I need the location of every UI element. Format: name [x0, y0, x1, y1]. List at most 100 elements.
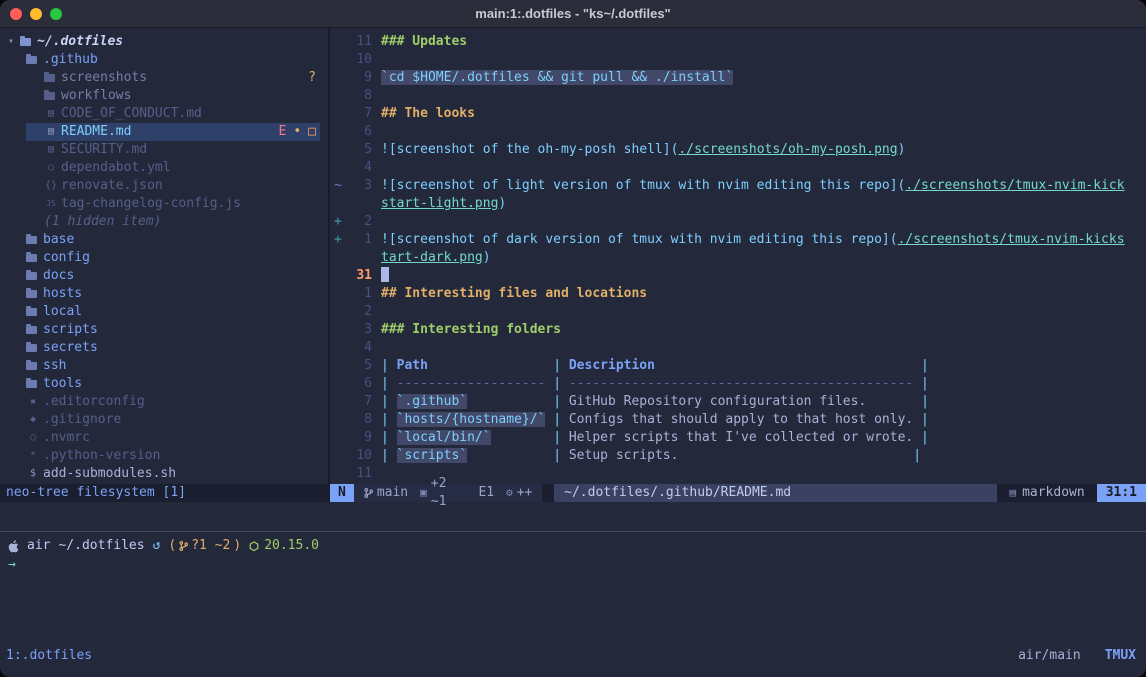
tree-item-security.md[interactable]: ▤SECURITY.md — [0, 141, 328, 159]
tmux-client: ▾~/.dotfiles.githubscreenshots?workflows… — [0, 28, 1146, 677]
git-branch-name: main — [377, 484, 408, 502]
git-open-paren: ( — [168, 537, 176, 555]
tmux-window-tab[interactable]: 1:.dotfiles — [6, 647, 92, 665]
editor-line[interactable]: 7 ## The looks — [330, 105, 1146, 123]
editor-line[interactable]: 31 — [330, 267, 1146, 285]
editor-line[interactable]: +1![screenshot of dark version of tmux w… — [330, 231, 1146, 249]
editor-line[interactable]: 3### Interesting folders — [330, 321, 1146, 339]
tree-item-label: config — [43, 249, 90, 267]
tree-item-code-of-conduct.md[interactable]: ▤CODE_OF_CONDUCT.md — [0, 105, 328, 123]
prompt-git-status: ( ?1 ~2 ) — [168, 537, 241, 555]
line-number: 2 — [346, 213, 372, 231]
editor-line[interactable]: 6 — [330, 123, 1146, 141]
editor-line[interactable]: 8 — [330, 87, 1146, 105]
tree-item-add-submodules.sh[interactable]: $add-submodules.sh — [0, 465, 328, 483]
git-untracked-icon: ? — [308, 69, 316, 87]
editor-line[interactable]: start-light.png) — [330, 195, 1146, 213]
close-button[interactable] — [10, 8, 22, 20]
editor-line[interactable]: 9`cd $HOME/.dotfiles && git pull && ./in… — [330, 69, 1146, 87]
shell-prompt: air ~/.dotfiles ↺ ( ?1 ~2 ) 20.15.0 — [8, 537, 1138, 555]
editor-line[interactable]: 10 — [330, 51, 1146, 69]
editor-line[interactable]: +2 — [330, 213, 1146, 231]
neo-tree-sidebar[interactable]: ▾~/.dotfiles.githubscreenshots?workflows… — [0, 28, 330, 484]
tree-item-dependabot.yml[interactable]: ○dependabot.yml — [0, 159, 328, 177]
gitsign-column — [330, 411, 346, 429]
editor-line[interactable]: 7 | `.github` | GitHub Repository configu… — [330, 393, 1146, 411]
editor-line[interactable]: 5| Path | Description | — [330, 357, 1146, 375]
gitsign-column — [330, 105, 346, 123]
tmux-label: TMUX — [1105, 647, 1136, 665]
tree-item-label: .nvmrc — [43, 429, 90, 447]
doc-file-icon: ▤ — [44, 123, 58, 141]
tree-item-local[interactable]: local — [0, 303, 328, 321]
tree-item-secrets[interactable]: secrets — [0, 339, 328, 357]
cmdline-area — [0, 502, 1146, 531]
editor-line[interactable]: 8| `hosts/{hostname}/` | Configs that sh… — [330, 411, 1146, 429]
tree-item--.dotfiles[interactable]: ▾~/.dotfiles — [0, 33, 328, 51]
tree-item-.python-version[interactable]: *.python-version — [0, 447, 328, 465]
tree-item-label: add-submodules.sh — [43, 465, 176, 483]
js-file-icon: JS — [44, 195, 58, 213]
tree-item-.nvmrc[interactable]: ○.nvmrc — [0, 429, 328, 447]
editor-line-text: ![screenshot of the oh-my-posh shell](./… — [381, 141, 1146, 159]
tree-item-scripts[interactable]: scripts — [0, 321, 328, 339]
tree-item-ssh[interactable]: ssh — [0, 357, 328, 375]
line-number: 7 — [346, 105, 372, 123]
titlebar[interactable]: main:1:.dotfiles - "ks~/.dotfiles" — [0, 0, 1146, 28]
tree-item-base[interactable]: base — [0, 231, 328, 249]
editor-line[interactable]: 2 — [330, 303, 1146, 321]
editor-buffer[interactable]: 11### Updates 10 9`cd $HOME/.dotfiles &&… — [330, 28, 1146, 484]
zoom-button[interactable] — [50, 8, 62, 20]
tree-item-label: SECURITY.md — [61, 141, 147, 159]
editor-line[interactable]: 4 — [330, 159, 1146, 177]
editor-line[interactable]: 9| `local/bin/` | Helper scripts that I'… — [330, 429, 1146, 447]
folder-icon — [26, 272, 37, 280]
line-number: 5 — [346, 141, 372, 159]
editor-line[interactable]: ~3![screenshot of light version of tmux … — [330, 177, 1146, 195]
tree-item-label: README.md — [61, 123, 131, 141]
editor-line[interactable]: 5 ![screenshot of the oh-my-posh shell](.… — [330, 141, 1146, 159]
tree-item--1-hidden-item-[interactable]: (1 hidden item) — [0, 213, 328, 231]
editor-line[interactable]: 4 — [330, 339, 1146, 357]
line-number: 10 — [346, 447, 372, 465]
gitsign-column — [330, 87, 346, 105]
diagnostics-count: E1 — [478, 484, 494, 502]
editor-line[interactable]: 1## Interesting files and locations — [330, 285, 1146, 303]
editor-line[interactable]: 11### Updates — [330, 33, 1146, 51]
editor-line-text: ## Interesting files and locations — [381, 285, 1146, 303]
gitsign-column — [330, 429, 346, 447]
tree-item-workflows[interactable]: workflows — [0, 87, 328, 105]
tree-item-readme.md[interactable]: ▤README.mdE•□ — [0, 123, 328, 141]
gitsign-added-icon: + — [330, 231, 346, 249]
diagnostic-badge: E — [279, 123, 287, 141]
gitsign-column — [330, 267, 346, 285]
gitsign-column — [330, 303, 346, 321]
tree-item-tag-changelog-config.js[interactable]: JStag-changelog-config.js — [0, 195, 328, 213]
editor-line-text: | `.github` | GitHub Repository configur… — [381, 393, 1146, 411]
tree-item-renovate.json[interactable]: {}renovate.json — [0, 177, 328, 195]
line-number: 11 — [346, 33, 372, 51]
editor-line-text: ## The looks — [381, 105, 1146, 123]
tree-item-hosts[interactable]: hosts — [0, 285, 328, 303]
line-number: 7 — [346, 393, 372, 411]
gitsign-column — [330, 123, 346, 141]
tree-item-.github[interactable]: .github — [0, 51, 328, 69]
shell-pane[interactable]: air ~/.dotfiles ↺ ( ?1 ~2 ) 20.15.0 → — [0, 532, 1146, 645]
tree-item-.gitignore[interactable]: ◆.gitignore — [0, 411, 328, 429]
editor-line[interactable]: tart-dark.png) — [330, 249, 1146, 267]
tree-item-docs[interactable]: docs — [0, 267, 328, 285]
editor-line[interactable]: 6| ------------------- | ---------------… — [330, 375, 1146, 393]
editor-line[interactable]: 10| `scripts` | Setup scripts. | — [330, 447, 1146, 465]
tree-item-.editorconfig[interactable]: ▪.editorconfig — [0, 393, 328, 411]
editor-line-text: `cd $HOME/.dotfiles && git pull && ./ins… — [381, 69, 1146, 87]
minimize-button[interactable] — [30, 8, 42, 20]
chevron-down-icon[interactable]: ▾ — [8, 33, 20, 51]
folder-open-icon — [26, 56, 37, 64]
line-number: 10 — [346, 51, 372, 69]
prompt-node-version: 20.15.0 — [249, 537, 319, 555]
tree-item-config[interactable]: config — [0, 249, 328, 267]
tree-item-label: ssh — [43, 357, 66, 375]
tree-item-screenshots[interactable]: screenshots? — [0, 69, 328, 87]
node-version-text: 20.15.0 — [264, 537, 319, 555]
tree-item-tools[interactable]: tools — [0, 375, 328, 393]
